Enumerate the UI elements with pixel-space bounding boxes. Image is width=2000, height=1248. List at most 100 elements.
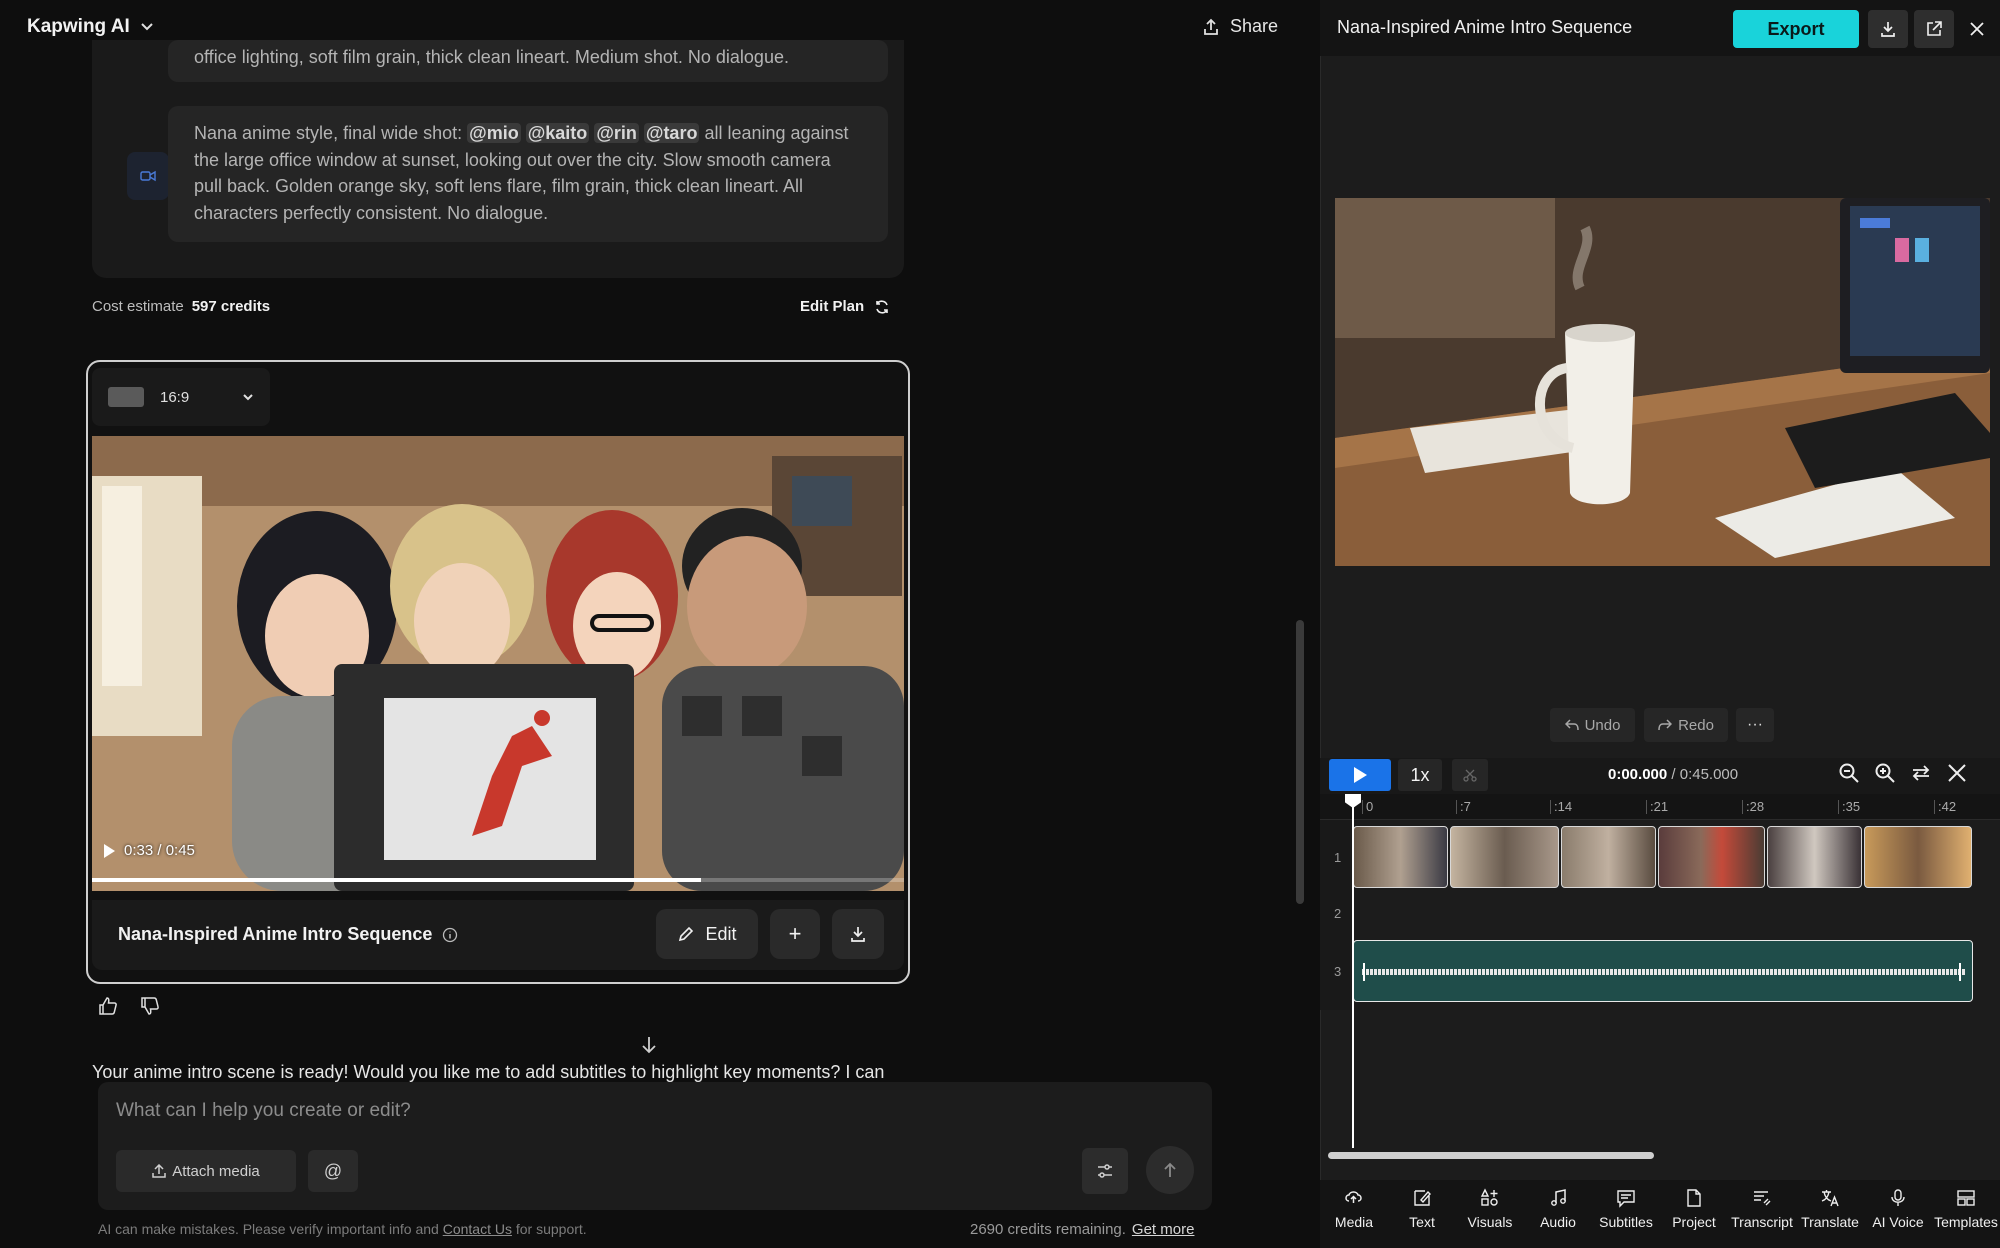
timeline-tools — [1838, 762, 1968, 784]
video-clip[interactable] — [1864, 826, 1972, 888]
aspect-swatch — [108, 387, 144, 407]
video-clip[interactable] — [1353, 826, 1448, 888]
get-more-link[interactable]: Get more — [1132, 1221, 1195, 1238]
attach-media-button[interactable]: Attach media — [116, 1150, 296, 1192]
open-external-button[interactable] — [1914, 10, 1954, 48]
toolbar-label: Transcript — [1731, 1214, 1793, 1230]
toolbar-label: Media — [1334, 1214, 1374, 1230]
thumbs-up-icon[interactable] — [98, 996, 118, 1016]
mention-tag[interactable]: @rin — [594, 123, 639, 143]
cost-value: 597 credits — [191, 298, 271, 315]
zoom-in-icon[interactable] — [1874, 762, 1896, 784]
playback-speed-button[interactable]: 1x — [1398, 759, 1442, 791]
aspect-ratio-value: 16:9 — [160, 388, 190, 406]
audio-clip[interactable] — [1353, 940, 1973, 1002]
video-clip[interactable] — [1767, 826, 1862, 888]
toolbar-audio-button[interactable]: Audio — [1524, 1180, 1592, 1248]
split-clip-button[interactable] — [1452, 759, 1488, 791]
toolbar-subtitles-button[interactable]: Subtitles — [1592, 1180, 1660, 1248]
at-sign-icon: @ — [323, 1160, 343, 1181]
toolbar-project-button[interactable]: Project — [1660, 1180, 1728, 1248]
current-time: 0:00.000 — [1608, 766, 1668, 783]
playhead[interactable] — [1352, 794, 1354, 1148]
toolbar-label: Translate — [1801, 1214, 1859, 1230]
download-video-button[interactable] — [832, 909, 884, 959]
zoom-out-icon[interactable] — [1838, 762, 1860, 784]
info-icon[interactable] — [442, 927, 458, 943]
speed-label: 1x — [1410, 764, 1430, 785]
plus-icon: + — [788, 921, 802, 946]
assistant-message: Your anime intro scene is ready! Would y… — [92, 1062, 1212, 1082]
cost-label: Cost estimate — [92, 298, 184, 315]
timeline-scrollbar[interactable] — [1328, 1152, 1654, 1159]
video-time: 0:33 / 0:45 — [124, 842, 195, 859]
toolbar-label: Templates — [1934, 1214, 1998, 1230]
prompt-text: office lighting, soft film grain, thick … — [194, 47, 789, 67]
preview-canvas[interactable] — [1335, 198, 1990, 566]
video-time-overlay[interactable]: 0:33 / 0:45 — [102, 842, 195, 859]
transcript-icon — [1754, 1191, 1771, 1206]
mention-button[interactable]: @ — [308, 1150, 358, 1192]
attach-media-label: Attach media — [172, 1162, 260, 1180]
app-brand-menu[interactable]: Kapwing AI — [27, 16, 154, 38]
settings-sliders-button[interactable] — [1082, 1148, 1128, 1194]
mention-tag[interactable]: @taro — [643, 123, 700, 143]
toolbar-label: Project — [1672, 1214, 1716, 1230]
toolbar-translate-button[interactable]: Translate — [1796, 1180, 1864, 1248]
thumbs-down-icon[interactable] — [140, 996, 160, 1016]
aspect-ratio-select[interactable]: 16:9 — [92, 368, 270, 426]
editor-toolbar: Media Text Visuals Audio Subtitles Project Tra… — [1320, 1180, 2000, 1248]
video-clip[interactable] — [1658, 826, 1765, 888]
chat-input[interactable] — [116, 1100, 1016, 1122]
chevron-down-icon — [243, 394, 253, 401]
document-icon — [1687, 1189, 1701, 1207]
disclaimer: AI can make mistakes. Please verify impo… — [98, 1221, 587, 1237]
close-editor-button[interactable] — [1962, 12, 1992, 46]
edit-label: Edit — [705, 923, 737, 944]
edit-plan-button[interactable]: Edit Plan — [800, 298, 890, 315]
video-player[interactable] — [92, 436, 904, 891]
download-button[interactable] — [1868, 10, 1908, 48]
download-icon — [851, 927, 865, 942]
ruler-tick: 0 — [1362, 800, 1373, 814]
toolbar-templates-button[interactable]: Templates — [1932, 1180, 2000, 1248]
credits-text: 2690 credits remaining. — [970, 1221, 1126, 1238]
more-options-button[interactable]: ··· — [1736, 708, 1774, 742]
edit-video-button[interactable]: Edit — [656, 909, 758, 959]
ruler-tick: :42 — [1934, 800, 1956, 814]
assistant-message-text: Your anime intro scene is ready! Would y… — [92, 1062, 885, 1082]
timeline-play-button[interactable] — [1329, 759, 1391, 791]
undo-button[interactable]: Undo — [1550, 708, 1635, 742]
share-button[interactable]: Share — [1202, 16, 1278, 37]
scroll-down-arrow-icon[interactable] — [638, 1034, 660, 1056]
toolbar-visuals-button[interactable]: Visuals — [1456, 1180, 1524, 1248]
project-title[interactable]: Nana-Inspired Anime Intro Sequence — [1337, 17, 1632, 38]
send-button[interactable] — [1146, 1146, 1194, 1194]
ruler-tick: :28 — [1742, 800, 1764, 814]
redo-icon — [1658, 719, 1673, 731]
play-icon[interactable] — [102, 843, 116, 859]
prompt-prefix: Nana anime style, final wide shot: — [194, 123, 468, 143]
video-clip[interactable] — [1561, 826, 1656, 888]
toolbar-media-button[interactable]: Media — [1320, 1180, 1388, 1248]
video-clip[interactable] — [1450, 826, 1559, 888]
toolbar-transcript-button[interactable]: Transcript — [1728, 1180, 1796, 1248]
anime-scene-thumbnail — [92, 436, 904, 891]
close-timeline-icon[interactable] — [1946, 762, 1968, 784]
share-label: Share — [1230, 16, 1279, 36]
toolbar-text-button[interactable]: Text — [1388, 1180, 1456, 1248]
redo-button[interactable]: Redo — [1644, 708, 1728, 742]
mention-tag[interactable]: @mio — [467, 123, 521, 143]
fit-timeline-icon[interactable] — [1910, 762, 1932, 784]
mention-tag[interactable]: @kaito — [525, 123, 590, 143]
contact-us-link[interactable]: Contact Us — [443, 1221, 512, 1237]
track-number: 1 — [1334, 850, 1342, 865]
toolbar-ai-voice-button[interactable]: AI Voice — [1864, 1180, 1932, 1248]
export-button[interactable]: Export — [1733, 10, 1859, 48]
add-to-project-button[interactable]: + — [770, 909, 820, 959]
toolbar-label: AI Voice — [1872, 1214, 1924, 1230]
video-progress-bar[interactable] — [92, 878, 904, 882]
chat-scrollbar[interactable] — [1296, 620, 1304, 904]
video-camera-icon — [127, 152, 169, 200]
app-name: Kapwing AI — [27, 16, 130, 37]
